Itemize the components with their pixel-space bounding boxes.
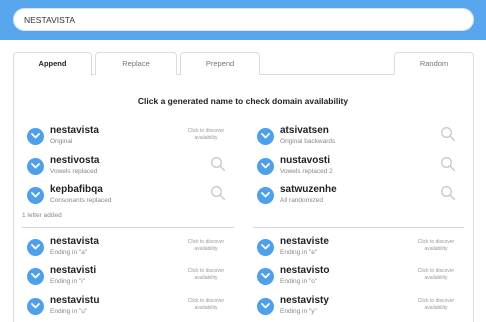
search-icon[interactable] (440, 126, 456, 142)
name-result[interactable]: nestavisti Ending in "i" Click to discov… (27, 264, 232, 288)
name-result[interactable]: kepbafibqa Consonants replaced (27, 183, 232, 207)
name-result[interactable]: nustavosti Vowels replaced 2 (257, 154, 462, 178)
chevron-down-icon[interactable] (257, 128, 274, 145)
name-type: Vowels replaced 2 (280, 168, 333, 175)
chevron-down-icon[interactable] (27, 128, 44, 145)
generated-name: nestavista (50, 236, 99, 247)
chevron-down-icon[interactable] (257, 239, 274, 256)
tab-random[interactable]: Random (394, 52, 474, 75)
name-result[interactable]: nestavisto Ending in "o" Click to discov… (257, 264, 462, 288)
availability-hint[interactable]: Click to discover availability (410, 239, 462, 252)
availability-hint[interactable]: Click to discover availability (180, 239, 232, 252)
tab-replace[interactable]: Replace (95, 52, 177, 75)
name-result[interactable]: atsivatsen Original backwards (257, 124, 462, 148)
name-type: Ending in "u" (50, 308, 88, 315)
generated-name: nestaviste (280, 236, 329, 247)
search-icon[interactable] (440, 185, 456, 201)
name-type: All randomized (280, 197, 323, 204)
generated-name: atsivatsen (280, 125, 329, 136)
availability-hint[interactable]: Click to discover availability (180, 268, 232, 281)
name-result[interactable]: nestavista Ending in "a" Click to discov… (27, 235, 232, 259)
name-result[interactable]: satwuzenhe All randomized (257, 183, 462, 207)
top-bar (0, 0, 486, 40)
name-type: Ending in "o" (280, 278, 318, 285)
chevron-down-icon[interactable] (27, 158, 44, 175)
name-input[interactable] (13, 8, 474, 31)
generated-name: nestavisty (280, 295, 329, 306)
generated-name: nestavisto (280, 265, 330, 276)
chevron-down-icon[interactable] (27, 239, 44, 256)
divider (22, 227, 234, 228)
name-type: Consonants replaced (50, 197, 112, 204)
search-icon[interactable] (210, 156, 226, 172)
generated-name: nestavista (50, 125, 99, 136)
generated-name: kepbafibqa (50, 184, 103, 195)
divider (253, 227, 464, 228)
name-type: Ending in "e" (280, 249, 318, 256)
generated-name: nestavisti (50, 265, 97, 276)
name-result[interactable]: nestavisty Ending in "y" Click to discov… (257, 294, 462, 318)
availability-hint[interactable]: Click to discover availability (410, 268, 462, 281)
chevron-down-icon[interactable] (27, 187, 44, 204)
instruction-heading: Click a generated name to check domain a… (137, 96, 349, 106)
tab-append[interactable]: Append (13, 52, 92, 76)
generated-name: nestavistu (50, 295, 100, 306)
availability-hint[interactable]: Click to discover availability (410, 298, 462, 311)
name-result[interactable]: nestaviste Ending in "e" Click to discov… (257, 235, 462, 259)
generated-name: nustavosti (280, 155, 331, 166)
name-type: Ending in "y" (280, 308, 317, 315)
chevron-down-icon[interactable] (27, 268, 44, 285)
generated-name: satwuzenhe (280, 184, 337, 195)
chevron-down-icon[interactable] (257, 158, 274, 175)
chevron-down-icon[interactable] (257, 298, 274, 315)
name-result[interactable]: nestavista Original Click to discover av… (27, 124, 232, 148)
availability-hint[interactable]: Click to discover availability (180, 128, 232, 141)
chevron-down-icon[interactable] (27, 298, 44, 315)
name-type: Ending in "i" (50, 278, 85, 285)
name-result[interactable]: nestavistu Ending in "u" Click to discov… (27, 294, 232, 318)
availability-hint[interactable]: Click to discover availability (180, 298, 232, 311)
tab-prepend[interactable]: Prepend (180, 52, 260, 75)
name-type: Original backwards (280, 138, 336, 145)
name-type: Ending in "a" (50, 249, 88, 256)
name-type: Vowels replaced (50, 168, 98, 175)
search-icon[interactable] (440, 156, 456, 172)
chevron-down-icon[interactable] (257, 268, 274, 285)
name-result[interactable]: nestivosta Vowels replaced (27, 154, 232, 178)
name-type: Original (50, 138, 73, 145)
generated-name: nestivosta (50, 155, 100, 166)
search-icon[interactable] (210, 185, 226, 201)
section-label: 1 letter added (22, 212, 62, 219)
chevron-down-icon[interactable] (257, 187, 274, 204)
